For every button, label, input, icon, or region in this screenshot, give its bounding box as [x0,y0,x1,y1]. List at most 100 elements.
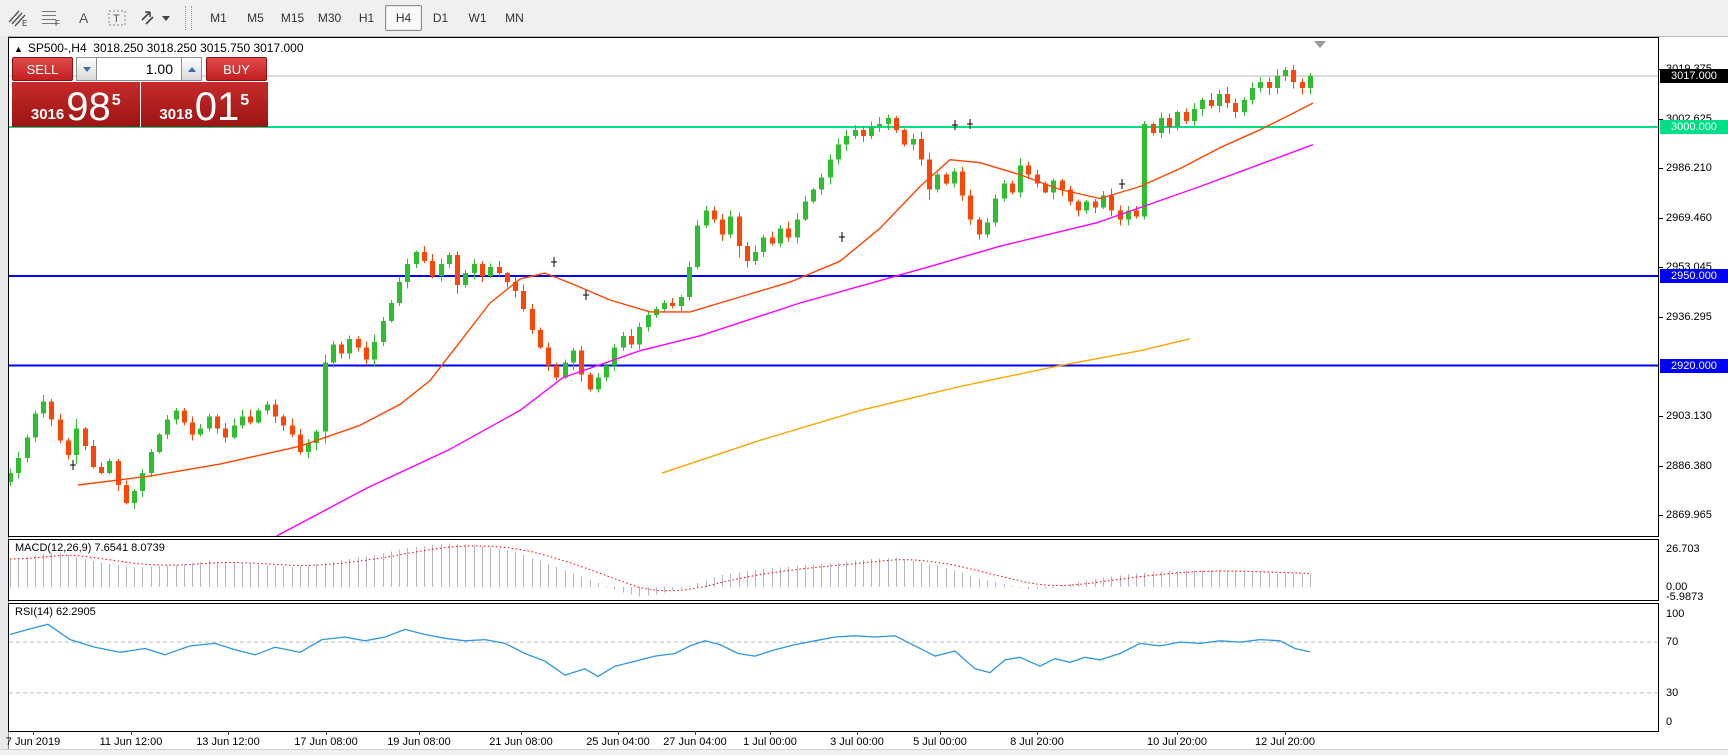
time-axis-tick [618,731,619,735]
hline-price-box: 2950.000 [1660,269,1728,283]
buy-price-big: 01 [195,90,240,124]
window-bottom-edge [0,749,1728,755]
chart-title: ▲ SP500-,H4 3018.250 3018.250 3015.750 30… [14,41,304,55]
time-axis-label: 17 Jun 08:00 [294,736,358,748]
time-axis-label: 8 Jul 20:00 [1010,736,1064,748]
time-axis-tick [33,731,34,735]
buy-price-handle: 3018 [159,106,192,124]
time-axis-tick [940,731,941,735]
arrow-down-icon [83,67,91,72]
price-axis-label: 2903.130 [1666,409,1726,423]
price-axis-tick [1659,317,1663,318]
volume-increase-button[interactable] [181,57,202,81]
tab-timeframe-w1[interactable]: W1 [459,5,496,31]
price-axis-label: 2936.295 [1666,310,1726,324]
price-axis-tick [1659,218,1663,219]
time-axis-tick [1285,731,1286,735]
price-axis-label: 2886.380 [1666,459,1726,473]
svg-text:A: A [79,10,89,26]
tab-timeframe-d1[interactable]: D1 [422,5,459,31]
time-axis-tick [326,731,327,735]
macd-label: MACD(12,26,9) 7.6541 8.0739 [15,542,165,554]
tab-timeframe-m1[interactable]: M1 [200,5,237,31]
price-axis-label: 2869.965 [1666,508,1726,522]
rsi-axis-label: 70 [1666,635,1726,649]
price-axis-tick [1659,416,1663,417]
tab-timeframe-h4[interactable]: H4 [385,5,422,31]
crosshair-e-icon[interactable]: E [3,5,33,31]
tab-timeframe-m30[interactable]: M30 [311,5,348,31]
sell-price-pip: 5 [112,94,121,108]
tab-timeframe-mn[interactable]: MN [496,5,533,31]
time-axis-label: 12 Jul 20:00 [1255,736,1315,748]
time-axis-label: 21 Jun 08:00 [489,736,553,748]
price-axis-tick [1659,168,1663,169]
price-axis-tick [1659,267,1663,268]
rsi-axis-label: 100 [1666,607,1726,621]
time-axis-tick [419,731,420,735]
buy-price-display[interactable]: 3018 01 5 [141,82,269,127]
time-axis-label: 3 Jul 00:00 [830,736,884,748]
rsi-panel[interactable]: RSI(14) 62.2905 [8,603,1659,732]
hline-price-box: 3000.000 [1660,120,1728,134]
time-axis-label: 11 Jun 12:00 [100,736,163,748]
buy-price-pip: 5 [240,94,249,108]
tab-timeframe-m5[interactable]: M5 [237,5,274,31]
grid-f-icon[interactable]: F [36,5,66,31]
collapse-triangle-icon[interactable]: ▲ [14,44,23,54]
svg-text:F: F [55,19,60,28]
rsi-canvas[interactable] [9,604,1658,731]
arrows-dropdown-icon[interactable] [135,5,175,31]
svg-text:E: E [22,19,27,28]
arrow-up-icon [188,67,196,72]
ohlc-quote-label: 3018.250 3018.250 3015.750 3017.000 [93,41,303,55]
hline-price-box: 2920.000 [1660,359,1728,373]
macd-canvas[interactable] [9,540,1658,600]
price-axis-tick [1659,515,1663,516]
price-axis-tick [1659,466,1663,467]
buy-button[interactable]: BUY [206,57,267,81]
time-axis-label: 5 Jul 00:00 [913,736,967,748]
svg-text:T: T [113,13,120,25]
volume-decrease-button[interactable] [76,57,97,81]
sell-price-display[interactable]: 3016 98 5 [12,82,140,127]
rsi-axis-label: 30 [1666,686,1726,700]
time-axis-tick [770,731,771,735]
mt4-window: E F A T [0,0,1728,755]
time-axis-tick [131,731,132,735]
sell-price-handle: 3016 [31,106,64,124]
price-axis-label: 2969.460 [1666,211,1726,225]
macd-panel[interactable]: MACD(12,26,9) 7.6541 8.0739 [8,539,1659,601]
time-axis-tick [857,731,858,735]
time-axis-tick [695,731,696,735]
last-bar-marker-icon [1314,41,1326,48]
time-axis-tick [228,731,229,735]
time-axis-tick [1037,731,1038,735]
sell-price-big: 98 [66,90,111,124]
time-axis-label: 1 Jul 00:00 [743,736,797,748]
toolbar: E F A T [0,0,1728,37]
text-a-icon[interactable]: A [69,5,99,31]
macd-axis-min: -5.9873 [1666,590,1726,604]
sell-button[interactable]: SELL [12,57,73,81]
time-axis-label: 13 Jun 12:00 [196,736,260,748]
toolbar-separator [185,6,192,30]
one-click-trade-panel: SELL 1.00 BUY 3016 98 5 3018 01 5 [12,57,268,127]
tab-timeframe-h1[interactable]: H1 [348,5,385,31]
rsi-label: RSI(14) 62.2905 [15,606,96,618]
rsi-axis-label: 0 [1666,715,1726,729]
label-t-icon[interactable]: T [102,5,132,31]
price-axis-label: 2986.210 [1666,161,1726,175]
timeframe-row: M1M5M15M30H1H4D1W1MN [200,5,533,31]
macd-axis-max: 26.703 [1666,542,1726,556]
volume-input[interactable]: 1.00 [97,57,181,81]
current-price-box: 3017.000 [1660,69,1728,83]
symbol-period-label: SP500-,H4 [28,41,87,55]
time-axis-tick [1177,731,1178,735]
time-axis-label: 7 Jun 2019 [6,736,60,748]
time-axis-label: 10 Jul 20:00 [1147,736,1207,748]
time-axis-label: 27 Jun 04:00 [663,736,727,748]
time-axis-label: 19 Jun 08:00 [387,736,451,748]
tab-timeframe-m15[interactable]: M15 [274,5,311,31]
time-axis-label: 25 Jun 04:00 [586,736,650,748]
